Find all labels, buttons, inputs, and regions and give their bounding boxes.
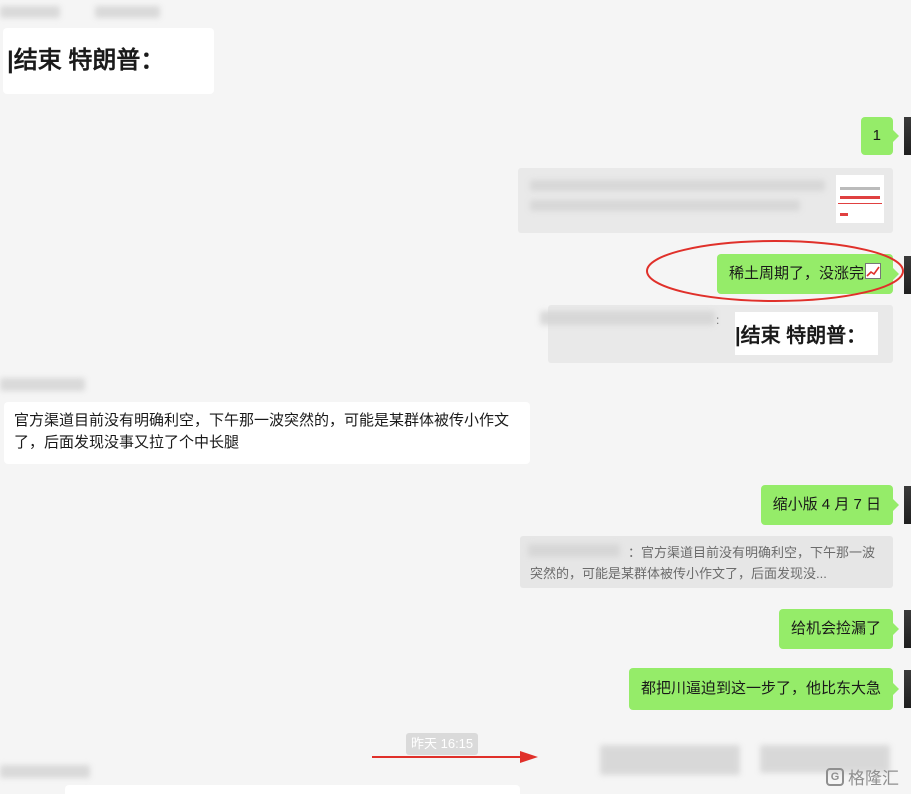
message-text: 1 <box>872 127 881 144</box>
blurred-header <box>95 6 160 18</box>
quote-block[interactable]: ：官方渠道目前没有明确利空，下午那一波突然的，可能是某群体被传小作文了，后面发现… <box>520 536 893 588</box>
thumbnail-lines <box>840 187 880 190</box>
avatar[interactable] <box>904 117 911 155</box>
watermark: G 格隆汇 <box>826 764 899 789</box>
avatar[interactable] <box>904 670 911 708</box>
article-card-top[interactable]: |结束 特朗普： <box>3 28 214 94</box>
message-bubble-6[interactable]: 缩小版 4 月 7 日 <box>760 485 900 525</box>
message-bubble-8[interactable]: 给机会捡漏了 <box>778 609 900 649</box>
blurred-link-title <box>530 200 800 211</box>
thumbnail-lines <box>838 203 882 204</box>
thumbnail-lines <box>840 196 880 199</box>
watermark-text: 格隆汇 <box>848 769 899 788</box>
message-bubble-9[interactable]: 都把川逼迫到这一步了，他比东大急 <box>628 668 900 710</box>
message-text: 给机会捡漏了 <box>790 620 881 637</box>
annotation-ellipse <box>646 240 904 302</box>
avatar[interactable] <box>904 486 911 524</box>
message-bubble-1[interactable]: 1 <box>860 117 900 155</box>
blurred-sender-name <box>0 765 90 778</box>
article-card-headline: |结束 特朗普： <box>7 47 165 74</box>
quote-image-headline: |结束 特朗普： <box>735 325 867 347</box>
quote-colon: : <box>716 313 720 327</box>
message-text: 官方渠道目前没有明确利空，下午那一波突然的，可能是某群体被传小作文了，后面发现没… <box>14 412 510 451</box>
message-bubble-5[interactable]: 官方渠道目前没有明确利空，下午那一波突然的，可能是某群体被传小作文了，后面发现没… <box>4 402 530 464</box>
watermark-logo-icon: G <box>826 767 844 786</box>
message-text: 缩小版 4 月 7 日 <box>772 496 881 513</box>
message-text: 都把川逼迫到这一步了，他比东大急 <box>640 680 881 697</box>
blurred-sender-name <box>0 378 85 391</box>
quote-image-thumbnail: |结束 特朗普： <box>735 312 878 355</box>
blurred-link-title <box>530 180 825 191</box>
annotation-arrow <box>372 751 538 763</box>
link-thumbnail <box>836 175 884 223</box>
blurred-header <box>0 6 60 18</box>
next-message-bubble-edge[interactable] <box>65 785 520 794</box>
quote-image-block[interactable]: : |结束 特朗普： <box>540 305 893 363</box>
blurred-content <box>600 745 740 775</box>
blurred-sender-name <box>540 311 715 325</box>
blurred-quote-sender <box>528 544 620 557</box>
avatar[interactable] <box>904 610 911 648</box>
link-card[interactable] <box>518 168 893 233</box>
thumbnail-arrow <box>840 213 848 216</box>
